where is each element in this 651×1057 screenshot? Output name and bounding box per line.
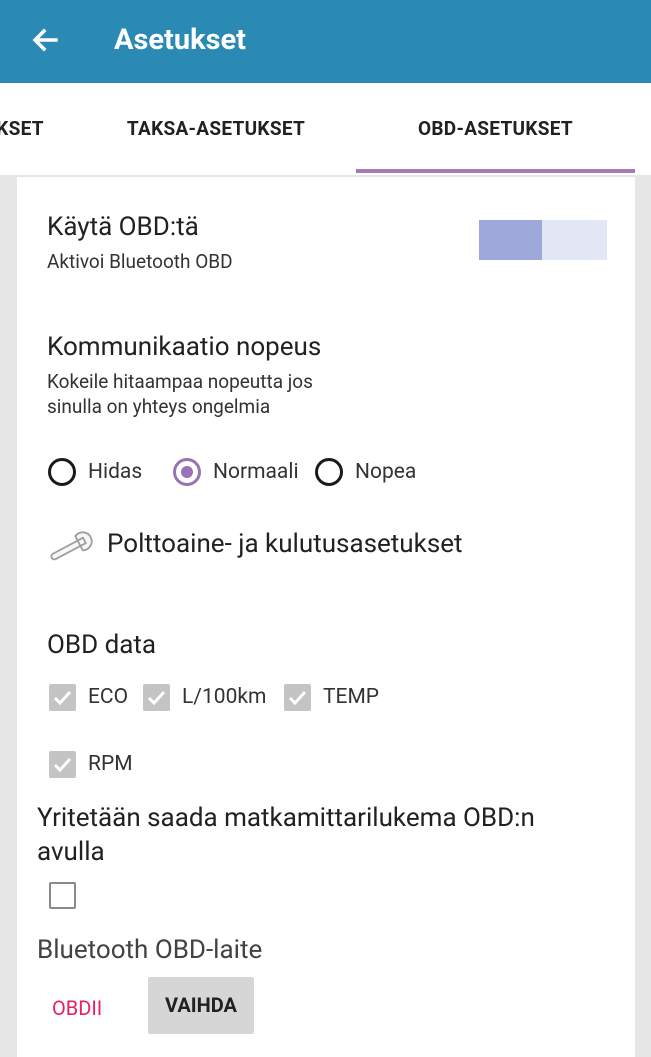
speed-title: Kommunikaatio nopeus bbox=[47, 332, 322, 362]
checkbox-label-rpm[interactable]: RPM bbox=[88, 751, 133, 778]
obd-data-title: OBD data bbox=[47, 630, 157, 660]
radio-label-hidas[interactable]: Hidas bbox=[88, 458, 142, 486]
tab-selected-indicator bbox=[356, 169, 635, 173]
checkbox-label-l100km[interactable]: L/100km bbox=[182, 684, 266, 711]
speed-subtitle-line2: sinulla on yhteys ongelmia bbox=[47, 395, 271, 418]
switch-thumb[interactable] bbox=[479, 220, 542, 260]
odometer-label-line2: avulla bbox=[37, 837, 105, 867]
fuel-settings-link[interactable]: Polttoaine- ja kulutusasetukset bbox=[107, 528, 463, 560]
checkbox-temp[interactable] bbox=[284, 684, 311, 711]
device-name-button[interactable]: OBDII bbox=[52, 988, 102, 1028]
radio-label-normaali[interactable]: Normaali bbox=[213, 458, 299, 486]
back-button[interactable] bbox=[26, 20, 66, 60]
odometer-checkbox[interactable] bbox=[49, 882, 76, 909]
checkmark-icon bbox=[147, 690, 166, 706]
tab-kset[interactable]: KSET bbox=[0, 83, 50, 175]
checkbox-l100km[interactable] bbox=[143, 684, 170, 711]
page-title: Asetukset bbox=[114, 23, 246, 57]
arrow-left-icon bbox=[32, 28, 58, 52]
tab-taksa-asetukset[interactable]: TAKSA-ASETUKSET bbox=[100, 83, 332, 175]
checkmark-icon bbox=[288, 690, 307, 706]
change-device-button[interactable]: VAIHDA bbox=[148, 977, 254, 1034]
radio-label-nopea[interactable]: Nopea bbox=[355, 458, 416, 486]
app-bar: Asetukset bbox=[0, 0, 651, 83]
checkbox-eco[interactable] bbox=[49, 684, 76, 711]
obd-toggle-title: Käytä OBD:tä bbox=[47, 212, 199, 242]
checkbox-label-eco[interactable]: ECO bbox=[88, 684, 128, 711]
checkmark-icon bbox=[53, 690, 72, 706]
radio-hidas[interactable] bbox=[48, 458, 76, 486]
radio-nopea[interactable] bbox=[315, 458, 343, 486]
checkbox-label-temp[interactable]: TEMP bbox=[323, 684, 379, 711]
wrench-icon[interactable] bbox=[47, 526, 97, 568]
settings-card bbox=[17, 177, 635, 1057]
checkmark-icon bbox=[53, 757, 72, 773]
speed-subtitle-line1: Kokeile hitaampaa nopeutta jos bbox=[47, 370, 313, 393]
odometer-label-line1: Yritetään saada matkamittarilukema OBD:n bbox=[37, 803, 535, 833]
obd-toggle-subtitle: Aktivoi Bluetooth OBD bbox=[47, 250, 233, 273]
tab-obd-asetukset[interactable]: OBD-ASETUKSET bbox=[356, 83, 635, 175]
bt-device-title: Bluetooth OBD-laite bbox=[37, 935, 263, 965]
checkbox-rpm[interactable] bbox=[49, 751, 76, 778]
radio-normaali[interactable] bbox=[173, 458, 201, 486]
tab-bar: KSET TAKSA-ASETUKSET OBD-ASETUKSET bbox=[0, 83, 651, 175]
